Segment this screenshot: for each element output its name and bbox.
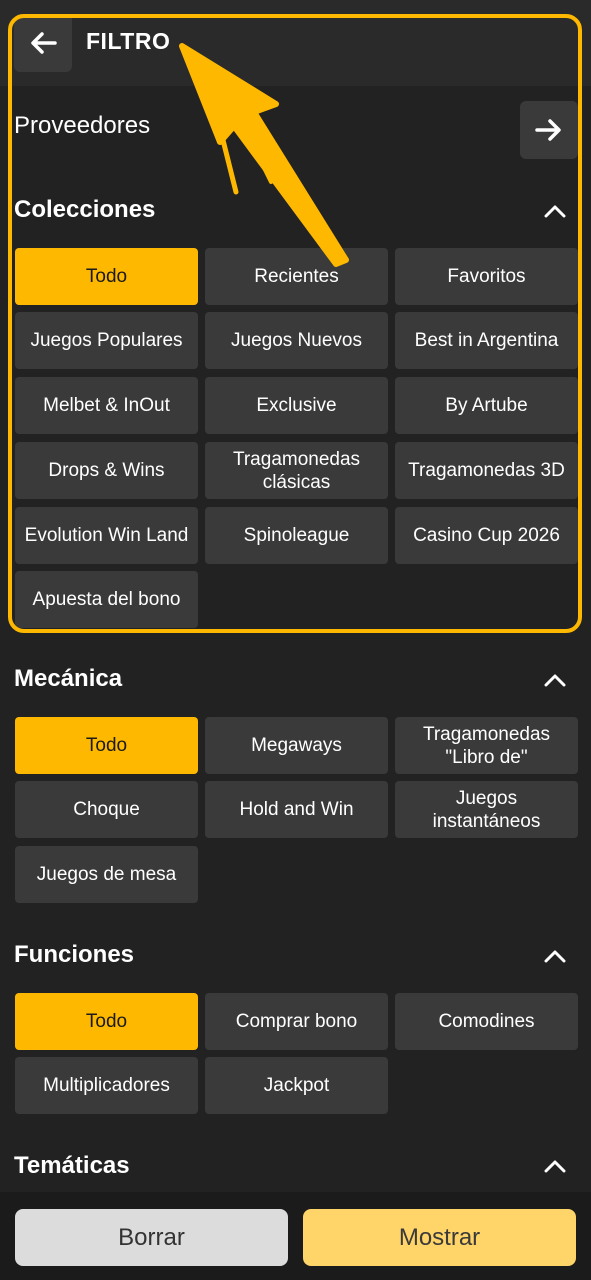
footer-bar: Borrar Mostrar [0,1192,591,1280]
page-title: FILTRO [86,28,171,54]
chip-juegos-nuevos[interactable]: Juegos Nuevos [205,312,388,369]
section-title-tematicas: Temáticas [14,1152,130,1179]
providers-label: Proveedores [14,112,151,139]
chip-juegos-de-mesa[interactable]: Juegos de mesa [15,846,198,903]
chevron-up-icon[interactable] [542,201,568,221]
chevron-up-icon[interactable] [542,1156,568,1176]
show-button[interactable]: Mostrar [303,1209,576,1266]
chip-juegos-populares[interactable]: Juegos Populares [15,312,198,369]
chip-best-in-argentina[interactable]: Best in Argentina [395,312,578,369]
chip-favoritos[interactable]: Favoritos [395,248,578,305]
arrow-right-icon [535,119,561,141]
chip-evolution-win-land[interactable]: Evolution Win Land [15,507,198,564]
chip-colecciones-todo[interactable]: Todo [15,248,198,305]
section-title-colecciones: Colecciones [14,196,156,223]
chip-mecanica-todo[interactable]: Todo [15,717,198,774]
chip-drops-wins[interactable]: Drops & Wins [15,442,198,499]
providers-button[interactable] [520,101,578,159]
section-title-funciones: Funciones [14,941,135,968]
chip-by-artube[interactable]: By Artube [395,377,578,434]
chip-tragamonedas-libro-de[interactable]: Tragamonedas "Libro de" [395,717,578,774]
chip-comprar-bono[interactable]: Comprar bono [205,993,388,1050]
filter-header: FILTRO [0,0,591,86]
chip-tragamonedas-clasicas[interactable]: Tragamonedas clásicas [205,442,388,499]
chip-comodines[interactable]: Comodines [395,993,578,1050]
chip-multiplicadores[interactable]: Multiplicadores [15,1057,198,1114]
chevron-up-icon[interactable] [542,670,568,690]
back-button[interactable] [14,14,72,72]
section-title-mecanica: Mecánica [14,665,123,692]
chip-casino-cup-2026[interactable]: Casino Cup 2026 [395,507,578,564]
chip-melbet-inout[interactable]: Melbet & InOut [15,377,198,434]
chip-jackpot[interactable]: Jackpot [205,1057,388,1114]
chip-recientes[interactable]: Recientes [205,248,388,305]
chip-choque[interactable]: Choque [15,781,198,838]
chip-funciones-todo[interactable]: Todo [15,993,198,1050]
chip-juegos-instantaneos[interactable]: Juegos instantáneos [395,781,578,838]
chip-tragamonedas-3d[interactable]: Tragamonedas 3D [395,442,578,499]
chip-spinoleague[interactable]: Spinoleague [205,507,388,564]
chip-hold-and-win[interactable]: Hold and Win [205,781,388,838]
chip-megaways[interactable]: Megaways [205,717,388,774]
clear-button[interactable]: Borrar [15,1209,288,1266]
chip-apuesta-del-bono[interactable]: Apuesta del bono [15,571,198,628]
chip-exclusive[interactable]: Exclusive [205,377,388,434]
arrow-left-icon [31,32,57,54]
chevron-up-icon[interactable] [542,946,568,966]
